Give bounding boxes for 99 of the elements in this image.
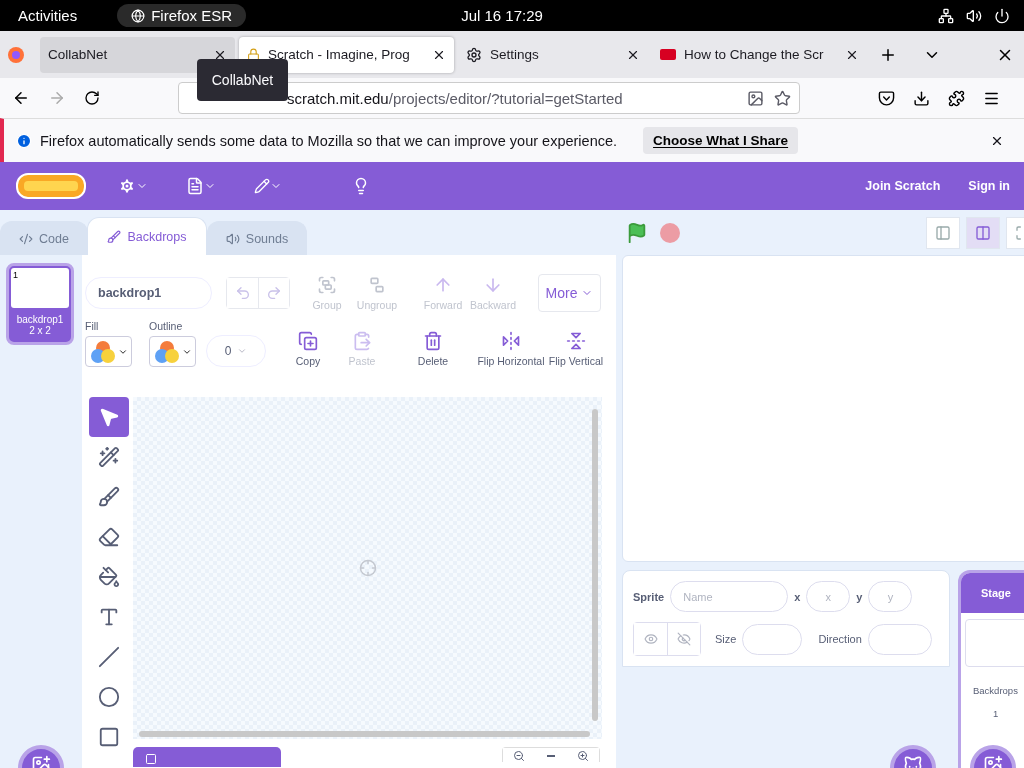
line-icon <box>98 646 120 668</box>
info-icon <box>16 132 32 149</box>
zoom-out-icon <box>513 750 525 762</box>
outline-color-picker[interactable] <box>149 336 196 367</box>
x-label: x <box>794 590 801 603</box>
more-button[interactable]: More <box>538 274 601 312</box>
backdrop-size: 2 x 2 <box>29 325 51 336</box>
stage-thumbnail[interactable] <box>965 619 1024 667</box>
eye-off-icon <box>677 632 691 646</box>
bookmark-star-icon[interactable] <box>774 89 791 107</box>
picture-in-picture-icon[interactable] <box>747 89 764 107</box>
trash-icon <box>423 331 443 351</box>
backdrop-number: 1 <box>13 270 18 280</box>
backdrop-name: backdrop1 <box>16 314 64 325</box>
group-icon <box>317 275 337 295</box>
reshape-icon <box>98 446 120 468</box>
browser-tab[interactable]: CollabNet <box>40 36 235 73</box>
notification-text: Firefox automatically sends some data to Mozilla so that we can improve your experience. <box>40 132 618 149</box>
y-label: y <box>856 590 863 603</box>
color-swatch-icon <box>90 338 116 365</box>
code-icon <box>19 231 34 246</box>
costume-name-field[interactable]: backdrop1 <box>85 277 212 309</box>
edit-menu[interactable] <box>254 178 282 194</box>
paste-icon <box>352 331 372 351</box>
direction-field[interactable] <box>867 623 932 655</box>
network-icon[interactable] <box>938 7 954 24</box>
flip-vertical-icon <box>566 331 586 351</box>
stepper-icon <box>237 346 248 356</box>
power-icon[interactable] <box>994 7 1010 24</box>
join-link[interactable]: Join Scratch <box>865 179 941 193</box>
editor-tab[interactable]: Backdrops <box>87 217 207 255</box>
crosshair-icon <box>358 559 377 577</box>
undo-icon <box>234 285 251 301</box>
eye-icon <box>643 632 658 646</box>
settings-icon <box>466 46 482 63</box>
layout-icon <box>935 224 951 241</box>
outline-label: Outline <box>149 320 184 332</box>
edit-button[interactable]: Copy <box>288 331 328 367</box>
square-icon <box>98 726 120 748</box>
redo-icon <box>266 285 282 301</box>
fill-color-picker[interactable] <box>85 336 132 367</box>
copy-icon <box>298 331 318 351</box>
volume-icon[interactable] <box>966 7 982 24</box>
video-icon <box>660 49 676 60</box>
sign-in-link[interactable]: Sign in <box>968 179 1010 193</box>
file-icon <box>186 177 204 195</box>
layout-icon <box>975 224 991 241</box>
direction-label: Direction <box>818 633 862 645</box>
pencil-icon <box>254 178 270 194</box>
x-field[interactable]: x <box>806 581 851 612</box>
pocket-icon[interactable] <box>878 89 895 107</box>
y-field[interactable]: y <box>868 581 913 612</box>
gear-icon <box>118 177 136 195</box>
fill-label: Fill <box>85 320 100 332</box>
pointer-icon <box>98 406 120 428</box>
backdrops-count: 1 <box>993 708 999 719</box>
sprite-label: Sprite <box>633 590 665 603</box>
ungroup-icon <box>367 275 387 295</box>
download-icon[interactable] <box>913 89 930 107</box>
size-field[interactable] <box>742 623 803 655</box>
brush-icon <box>98 486 120 508</box>
flip-horizontal-icon <box>501 331 521 351</box>
size-label: Size <box>715 633 737 645</box>
back-icon[interactable] <box>12 89 30 107</box>
speaker-icon <box>225 231 240 246</box>
scrollbar[interactable] <box>592 409 598 721</box>
text-icon <box>98 606 120 628</box>
paint-bucket-icon <box>98 566 120 588</box>
stage-title: Stage <box>961 573 1024 613</box>
backdrop-item[interactable]: 1 backdrop1 2 x 2 <box>6 263 74 345</box>
sprite-name-field[interactable]: Name <box>670 581 789 612</box>
edit-button[interactable]: Delete <box>408 331 458 367</box>
clock[interactable]: Jul 16 17:29 <box>461 7 543 24</box>
app-menu-button[interactable]: Firefox ESR <box>117 4 247 27</box>
eraser-icon <box>98 526 120 548</box>
browser-tab[interactable]: How to Change the Scr <box>652 36 867 73</box>
circle-icon <box>98 686 120 708</box>
settings-menu[interactable] <box>118 177 148 195</box>
normal-stage-button[interactable] <box>966 216 1000 249</box>
browser-tab[interactable]: Settings <box>458 36 648 73</box>
tooltip: CollabNet <box>197 59 288 101</box>
extensions-icon[interactable] <box>948 89 965 107</box>
choose-share-button[interactable]: Choose What I Share <box>643 127 799 154</box>
zoom-in-icon <box>577 750 589 762</box>
brush-icon <box>107 229 122 244</box>
file-menu[interactable] <box>186 177 216 195</box>
drawing-tool[interactable] <box>89 397 129 437</box>
color-swatch-icon <box>154 338 180 365</box>
edit-button[interactable]: Flip Vertical <box>548 331 604 367</box>
scratch-logo[interactable] <box>16 172 86 200</box>
flag-icon[interactable] <box>626 221 648 244</box>
backdrops-label: Backdrops <box>973 685 1018 696</box>
activities-button[interactable]: Activities <box>18 7 78 24</box>
padlock-icon <box>247 48 260 61</box>
reload-icon[interactable] <box>84 90 100 106</box>
scrollbar[interactable] <box>139 731 590 737</box>
square-icon <box>145 753 157 765</box>
edit-button[interactable]: Flip Horizontal <box>476 331 546 367</box>
browser-tab[interactable]: Scratch - Imagine, Prog <box>239 36 454 73</box>
